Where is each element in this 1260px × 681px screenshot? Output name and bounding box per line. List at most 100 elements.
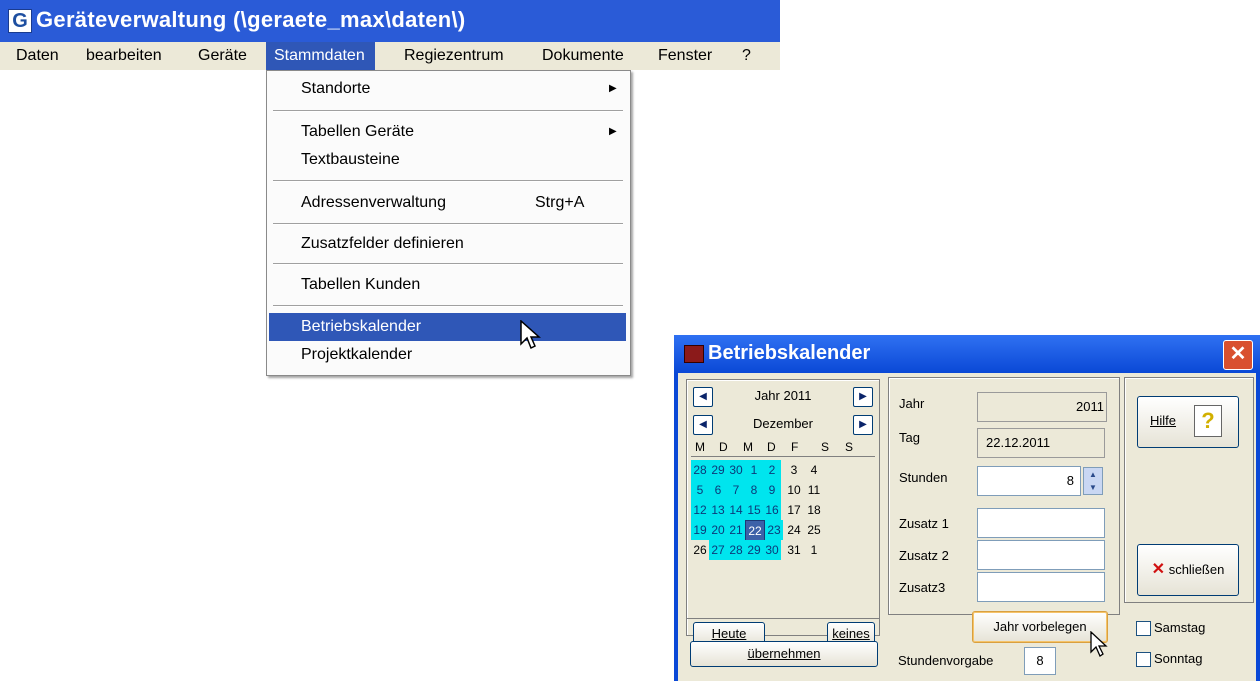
arrow-left-icon[interactable]: ◀ [693,387,713,407]
menu-fenster[interactable]: Fenster [652,42,718,70]
stunden-input[interactable]: 8 [977,466,1081,496]
main-window-title: Geräteverwaltung (\geraete_max\daten\) [36,7,466,32]
arrow-right-icon[interactable]: ▶ [853,387,873,407]
calendar-day[interactable]: 8 [745,480,763,500]
stunden-label: Stunden [899,470,948,485]
menu-item-textbausteine[interactable]: Textbausteine [269,146,626,174]
calendar-day[interactable]: 28 [727,540,745,560]
menu-item-adressenverwaltung[interactable]: Adressenverwaltung Strg+A [269,189,626,217]
calendar-day[interactable]: 1 [805,540,823,560]
zusatz1-input[interactable] [977,508,1105,538]
calendar-day[interactable]: 11 [805,480,823,500]
calendar-day[interactable]: 5 [691,480,709,500]
calendar-day[interactable]: 30 [763,540,781,560]
calendar-day-selected[interactable]: 22 [745,520,765,542]
calendar-day[interactable]: 4 [805,460,823,480]
schliessen-button[interactable]: ✕ schließen [1137,544,1239,596]
calendar-app-icon [684,345,704,363]
app-g-icon: G [8,9,32,33]
calendar-day[interactable]: 26 [691,540,709,560]
menu-daten[interactable]: Daten [10,42,65,70]
calendar-day[interactable]: 2 [763,460,781,480]
calendar-day[interactable]: 29 [709,460,727,480]
arrow-left-icon[interactable]: ◀ [693,415,713,435]
hilfe-button[interactable]: Hilfe ? [1137,396,1239,448]
zusatz3-input[interactable] [977,572,1105,602]
calendar-day[interactable]: 27 [709,540,727,560]
weekday-header-row: M D M D F S S [691,440,875,457]
calendar-day[interactable]: 20 [709,520,727,540]
calendar-day[interactable]: 19 [691,520,709,540]
menu-help[interactable]: ? [736,42,757,70]
dialog-body: ◀ Jahr 2011 ▶ ◀ Dezember ▶ M D M D F S S… [678,373,1256,681]
menu-item-tabellen-kunden[interactable]: Tabellen Kunden [269,271,626,299]
month-label: Dezember [753,416,813,431]
calendar-day[interactable]: 24 [785,520,803,540]
schliessen-label: schließen [1168,562,1225,577]
year-label: Jahr 2011 [754,388,812,403]
menu-separator [273,180,623,182]
calendar-day[interactable]: 10 [785,480,803,500]
calendar-day[interactable]: 18 [805,500,823,520]
menu-item-standorte[interactable]: Standorte ▶ [269,75,626,103]
dialog-title: Betriebskalender [708,342,871,364]
calendar-day[interactable]: 6 [709,480,727,500]
spin-updown-icon[interactable]: ▲ ▼ [1083,467,1103,495]
calendar-day[interactable]: 29 [745,540,763,560]
calendar-panel: ◀ Jahr 2011 ▶ ◀ Dezember ▶ M D M D F S S… [686,379,880,646]
red-x-icon: ✕ [1151,561,1166,578]
menu-item-label: Adressenverwaltung [301,194,446,211]
mouse-pointer-icon [1090,631,1108,657]
zusatz1-label: Zusatz 1 [899,516,949,531]
menu-item-label: Tabellen Kunden [301,276,421,293]
calendar-day[interactable]: 1 [745,460,763,480]
zusatz2-input[interactable] [977,540,1105,570]
calendar-day[interactable]: 23 [765,520,783,540]
menu-separator [273,305,623,307]
jahr-vorbelegen-button[interactable]: Jahr vorbelegen [972,611,1108,643]
stundenvorgabe-input[interactable]: 8 [1024,647,1056,675]
calendar-day[interactable]: 30 [727,460,745,480]
sonntag-checkbox[interactable] [1136,652,1151,667]
main-title-bar[interactable]: G Geräteverwaltung (\geraete_max\daten\) [0,0,780,42]
tag-field: 22.12.2011 [977,428,1105,458]
fields-panel: Jahr 2011 Tag 22.12.2011 Stunden 8 ▲ ▼ Zu… [888,377,1120,615]
close-icon[interactable]: ✕ [1223,340,1253,370]
menu-separator [273,110,623,112]
arrow-right-icon[interactable]: ▶ [853,415,873,435]
calendar-day[interactable]: 31 [785,540,803,560]
menu-regiezentrum[interactable]: Regiezentrum [398,42,510,70]
calendar-day[interactable]: 15 [745,500,763,520]
menu-item-zusatzfelder[interactable]: Zusatzfelder definieren [269,230,626,258]
zusatz2-label: Zusatz 2 [899,548,949,563]
calendar-day[interactable]: 13 [709,500,727,520]
menu-dokumente[interactable]: Dokumente [536,42,630,70]
calendar-day[interactable]: 9 [763,480,781,500]
calendar-day[interactable]: 12 [691,500,709,520]
menu-item-betriebskalender[interactable]: Betriebskalender [269,313,626,341]
menu-stammdaten[interactable]: Stammdaten [266,42,375,70]
calendar-day[interactable]: 7 [727,480,745,500]
menu-geraete[interactable]: Geräte [192,42,253,70]
calendar-divider [687,618,879,619]
calendar-day[interactable]: 17 [785,500,803,520]
weekday-header: F [791,440,799,454]
menu-bar: Daten bearbeiten Geräte Stammdaten Regie… [0,42,780,70]
calendar-day[interactable]: 14 [727,500,745,520]
menu-item-label: Betriebskalender [301,318,422,335]
calendar-day[interactable]: 25 [805,520,823,540]
chevron-right-icon: ▶ [609,126,617,137]
menu-item-tabellen-geraete[interactable]: Tabellen Geräte ▶ [269,118,626,146]
calendar-grid: 28 29 30 1 2 3 4 5 6 7 8 9 10 11 12 13 1… [691,460,875,570]
uebernehmen-button[interactable]: übernehmen [690,641,878,667]
calendar-day[interactable]: 16 [763,500,781,520]
menu-item-label: Projektkalender [301,346,413,363]
chevron-right-icon: ▶ [609,83,617,94]
calendar-day[interactable]: 21 [727,520,745,540]
calendar-day[interactable]: 28 [691,460,709,480]
menu-item-projektkalender[interactable]: Projektkalender [269,341,626,369]
samstag-checkbox[interactable] [1136,621,1151,636]
calendar-day[interactable]: 3 [785,460,803,480]
menu-bearbeiten[interactable]: bearbeiten [80,42,168,70]
dialog-title-bar[interactable]: Betriebskalender ✕ [674,335,1260,373]
